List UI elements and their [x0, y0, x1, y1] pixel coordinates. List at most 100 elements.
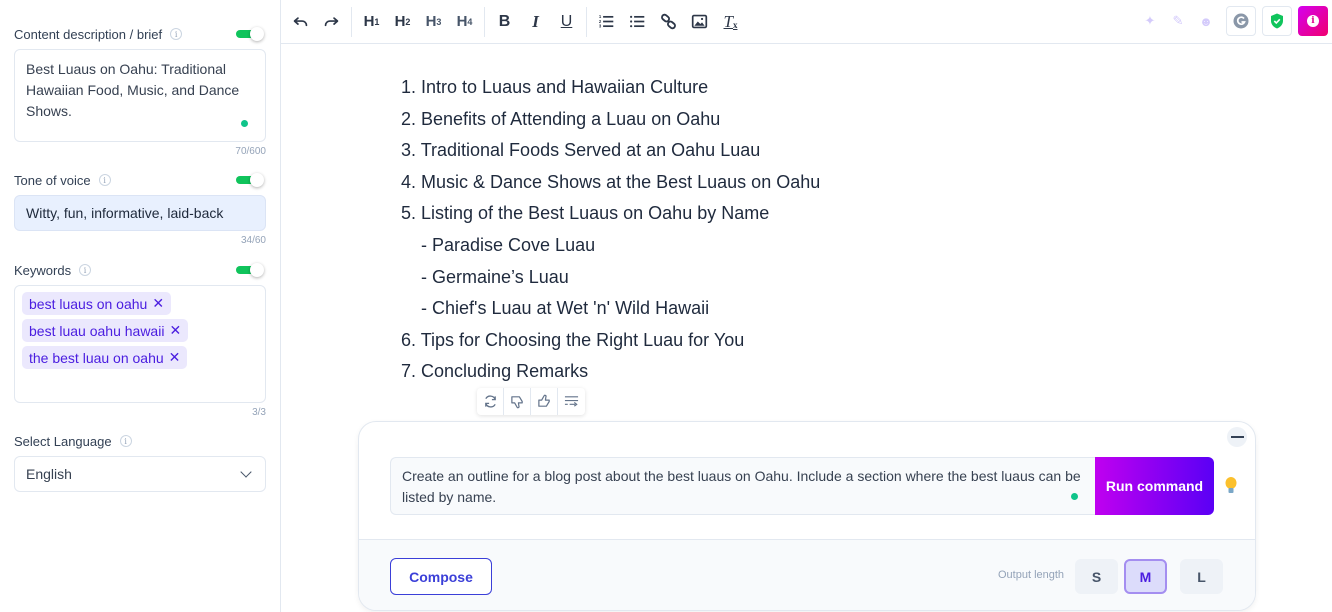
h1-label: H [363, 13, 375, 30]
size-s-button[interactable]: S [1075, 559, 1118, 594]
outline-item: 7. Concluding Remarks [401, 361, 589, 382]
undo-icon [293, 17, 308, 27]
remove-keyword-icon[interactable]: ✕ [152, 295, 164, 312]
svg-text:3: 3 [599, 23, 602, 28]
pencil-icon[interactable]: ✎ [1164, 6, 1192, 36]
response-feedback-bar [477, 388, 585, 415]
thumbs-down-button[interactable] [504, 388, 531, 415]
outline-subitem: - Paradise Cove Luau [421, 234, 596, 255]
heading-1-button[interactable]: H1 [356, 7, 387, 37]
language-select[interactable]: English [14, 456, 266, 492]
thumbs-down-icon [510, 396, 523, 409]
heading-3-button[interactable]: H3 [418, 7, 449, 37]
remove-keyword-icon[interactable]: ✕ [169, 322, 181, 339]
clear-format-icon: T [723, 11, 733, 31]
regenerate-button[interactable] [477, 388, 504, 415]
info-icon[interactable]: i [79, 264, 92, 276]
italic-button[interactable]: I [520, 7, 551, 37]
thumbs-up-button[interactable] [531, 388, 558, 415]
ordered-list-icon: 123 [599, 14, 614, 28]
outline-item: 4. Music & Dance Shows at the Best Luaus… [401, 171, 821, 192]
grammar-check-button[interactable] [1226, 6, 1256, 36]
panel-footer: Compose Output length S M L [359, 539, 1255, 610]
h3-sub: 3 [436, 16, 442, 27]
chevron-down-icon [240, 466, 252, 478]
image-button[interactable] [684, 7, 715, 37]
ordered-list-button[interactable]: 123 [591, 7, 622, 37]
keyword-chip: best luau oahu hawaii ✕ [22, 319, 189, 342]
keywords-label: Keywords [14, 262, 72, 278]
h4-sub: 4 [467, 16, 473, 27]
content-brief-counter: 70/600 [235, 146, 266, 157]
undo-button[interactable] [285, 7, 316, 37]
run-command-button[interactable]: Run command [1095, 457, 1214, 515]
insert-button[interactable] [558, 388, 585, 415]
compose-button[interactable]: Compose [390, 558, 492, 595]
clear-format-button[interactable]: Tx [715, 7, 746, 37]
command-input[interactable]: Create an outline for a blog post about … [390, 457, 1096, 515]
editor-toolbar: H1 H2 H3 H4 B I U 123 Tx ✦ ✎ ☻ i [281, 0, 1332, 44]
language-label-wrap: Select Language i [14, 434, 132, 449]
minimize-button[interactable] [1227, 427, 1247, 447]
heading-4-button[interactable]: H4 [449, 7, 480, 37]
bold-button[interactable]: B [489, 7, 520, 37]
status-dot [241, 120, 248, 127]
content-brief-value: Best Luaus on Oahu: Traditional Hawaiian… [26, 61, 240, 119]
tone-toggle[interactable] [236, 173, 264, 187]
outline-item: 5. Listing of the Best Luaus on Oahu by … [401, 203, 770, 224]
sparkle-icon[interactable]: ✦ [1136, 6, 1164, 36]
info-icon: i [1307, 15, 1319, 27]
size-m-button[interactable]: M [1124, 559, 1167, 594]
remove-keyword-icon[interactable]: ✕ [169, 349, 181, 366]
outline-subitem: - Chief's Luau at Wet 'n' Wild Hawaii [421, 298, 710, 319]
link-button[interactable] [653, 7, 684, 37]
keywords-label-wrap: Keywords i [14, 262, 92, 278]
tone-counter: 34/60 [240, 235, 266, 246]
tone-label-wrap: Tone of voice i [14, 173, 111, 188]
insert-group: 123 Tx [587, 0, 750, 44]
content-brief-toggle[interactable] [236, 27, 264, 41]
settings-sidebar: Content description / brief i Best Luaus… [0, 0, 281, 612]
keyword-text: best luau oahu hawaii [29, 322, 165, 339]
keywords-toggle[interactable] [236, 263, 264, 277]
history-group [281, 0, 351, 44]
app: Content description / brief i Best Luaus… [0, 0, 1332, 612]
refresh-icon [484, 395, 496, 408]
toolbar-right: ✦ ✎ ☻ i [1136, 6, 1328, 36]
keywords-input[interactable]: best luaus on oahu ✕ best luau oahu hawai… [14, 285, 266, 403]
content-brief-textarea[interactable]: Best Luaus on Oahu: Traditional Hawaiian… [14, 49, 266, 142]
plagiarism-check-button[interactable] [1262, 6, 1292, 36]
h2-label: H [394, 13, 406, 30]
content-brief-label: Content description / brief [14, 26, 163, 42]
outline-item: 1. Intro to Luaus and Hawaiian Culture [401, 77, 709, 97]
format-group: B I U [485, 0, 586, 44]
redo-icon [324, 17, 339, 27]
tone-input[interactable]: Witty, fun, informative, laid-back [14, 195, 266, 231]
lightbulb-icon[interactable] [1225, 477, 1237, 495]
info-icon[interactable]: i [170, 28, 183, 40]
info-button[interactable]: i [1298, 6, 1328, 36]
clear-format-sub: x [732, 19, 738, 30]
tone-label: Tone of voice [14, 172, 91, 188]
redo-button[interactable] [316, 7, 347, 37]
link-icon [661, 13, 676, 30]
heading-group: H1 H2 H3 H4 [352, 0, 484, 44]
size-l-button[interactable]: L [1180, 559, 1223, 594]
insert-text-icon [564, 396, 579, 407]
editor-content[interactable]: 1. Intro to Luaus and Hawaiian Culture 2.… [401, 72, 820, 388]
image-icon [691, 14, 708, 29]
content-brief-field: Content description / brief i Best Luaus… [14, 25, 266, 157]
bullet-list-button[interactable] [622, 7, 653, 37]
heading-2-button[interactable]: H2 [387, 7, 418, 37]
info-icon[interactable]: i [119, 435, 132, 447]
keyword-chip: the best luau on oahu ✕ [22, 346, 188, 369]
content-brief-label-wrap: Content description / brief i [14, 26, 183, 42]
underline-button[interactable]: U [551, 7, 582, 37]
output-length-label: Output length [998, 569, 1065, 581]
keywords-field: Keywords i best luaus on oahu ✕ best luau… [14, 261, 266, 418]
info-icon[interactable]: i [98, 174, 111, 186]
keyword-text: best luaus on oahu [29, 295, 148, 312]
language-label: Select Language [14, 433, 112, 449]
smiley-icon[interactable]: ☻ [1192, 6, 1220, 36]
h2-sub: 2 [405, 16, 411, 27]
